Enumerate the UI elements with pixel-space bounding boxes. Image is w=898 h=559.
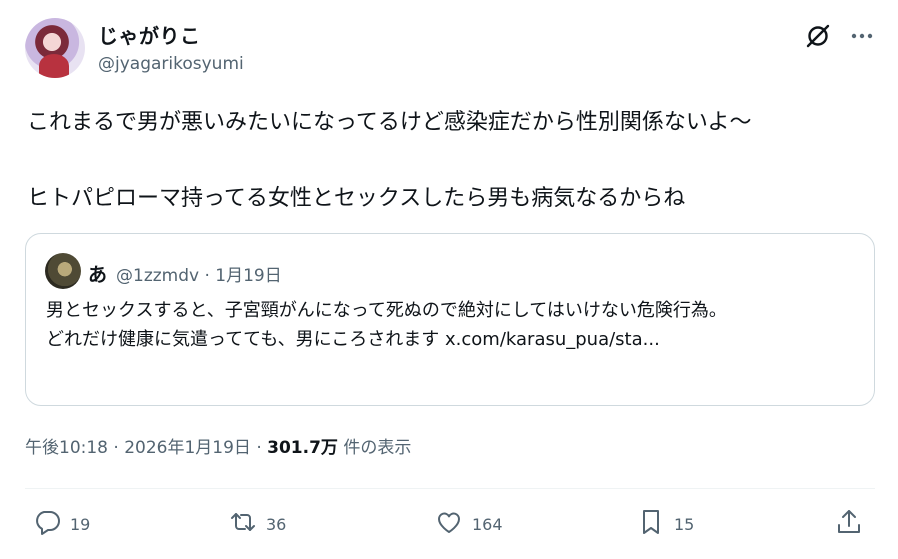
reply-button[interactable]: 19 <box>32 507 90 541</box>
timestamp-time-date[interactable]: 午後10:18 · 2026年1月19日 · <box>25 438 267 458</box>
like-icon <box>434 507 464 541</box>
quote-meta: @1zzmdv · 1月19日 <box>116 266 282 286</box>
view-count-suffix: 件の表示 <box>337 438 412 458</box>
author-avatar[interactable] <box>25 18 85 78</box>
reply-icon <box>32 507 62 541</box>
view-count: 301.7万 <box>267 438 338 458</box>
share-button[interactable] <box>834 507 864 541</box>
quote-tweet[interactable]: あ @1zzmdv · 1月19日 男とセックスすると、子宮頸がんになって死ぬの… <box>25 233 875 406</box>
retweet-count: 36 <box>266 514 287 534</box>
quote-avatar <box>45 253 81 289</box>
quote-display-name: あ <box>88 264 108 286</box>
quote-text: 男とセックスすると、子宮頸がんになって死ぬので絶対にしてはいけない危険行為。 ど… <box>46 300 727 350</box>
more-icon[interactable] <box>848 22 876 50</box>
tweet-text: これまるで男が悪いみたいになってるけど感染症だから性別関係ないよ〜 ヒトパピロー… <box>27 110 752 211</box>
bookmark-button[interactable]: 15 <box>636 507 694 541</box>
bookmark-icon <box>636 507 666 541</box>
author-display-name[interactable]: じゃがりこ <box>98 20 201 49</box>
share-icon <box>834 507 864 541</box>
retweet-button[interactable]: 36 <box>228 507 286 541</box>
like-count: 164 <box>472 514 503 534</box>
author-handle[interactable]: @jyagarikosyumi <box>98 54 244 74</box>
divider <box>25 488 875 489</box>
reply-count: 19 <box>70 514 91 534</box>
like-button[interactable]: 164 <box>434 507 503 541</box>
grok-icon[interactable] <box>804 22 832 50</box>
tweet-timestamp[interactable]: 午後10:18 · 2026年1月19日 · 301.7万 件の表示 <box>25 433 411 458</box>
bookmark-count: 15 <box>674 514 695 534</box>
retweet-icon <box>228 507 258 541</box>
